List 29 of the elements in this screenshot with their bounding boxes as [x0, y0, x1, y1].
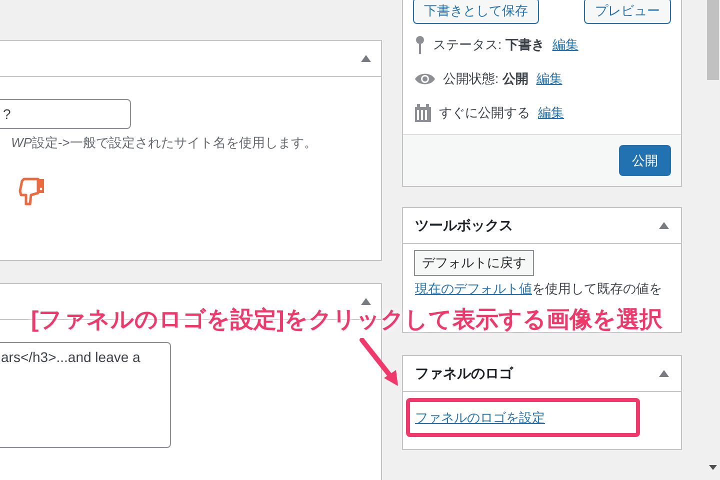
preview-button[interactable]: プレビュー — [584, 0, 671, 24]
set-funnel-logo-link[interactable]: ファネルのロゴを設定 — [415, 410, 545, 425]
collapse-arrow-icon[interactable] — [659, 370, 669, 377]
status-text: ステータス: 下書き — [433, 36, 544, 54]
thumbs-down-icon — [18, 176, 46, 206]
status-text: 公開状態: 公開 — [443, 70, 528, 88]
annotation-text: [ファネルのロゴを設定]をクリックして表示する画像を選択 — [30, 305, 664, 334]
edit-link[interactable]: 編集 — [536, 69, 562, 89]
scroll-down-arrow-icon[interactable] — [708, 465, 716, 470]
edit-link[interactable]: 編集 — [552, 35, 578, 55]
collapse-arrow-icon[interactable] — [659, 222, 669, 229]
collapse-arrow-icon[interactable] — [361, 298, 371, 305]
edit-link[interactable]: 編集 — [538, 103, 564, 123]
toolbox-description: 現在のデフォルト値を使用して既存の値を — [415, 280, 663, 298]
default-value-link[interactable]: 現在のデフォルト値 — [415, 281, 532, 296]
help-text: WP設定->一般で設定されたサイト名を使用します。 — [11, 134, 318, 152]
panel-title: ファネルのロゴ — [415, 364, 513, 383]
site-name-field[interactable]: ? — [0, 99, 131, 129]
publish-button[interactable]: 公開 — [619, 145, 671, 176]
status-text: すぐに公開する — [439, 104, 530, 122]
scrollbar-thumb[interactable] — [706, 0, 718, 80]
save-draft-button[interactable]: 下書きとして保存 — [413, 0, 539, 24]
collapse-arrow-icon[interactable] — [361, 55, 371, 62]
eye-icon — [415, 72, 435, 86]
excerpt-textarea[interactable]: ars</h3>...and leave a — [0, 342, 171, 448]
pin-icon — [415, 36, 425, 54]
calendar-icon — [415, 104, 431, 122]
reset-default-button[interactable]: デフォルトに戻す — [414, 250, 534, 276]
panel-title: ツールボックス — [415, 216, 513, 235]
